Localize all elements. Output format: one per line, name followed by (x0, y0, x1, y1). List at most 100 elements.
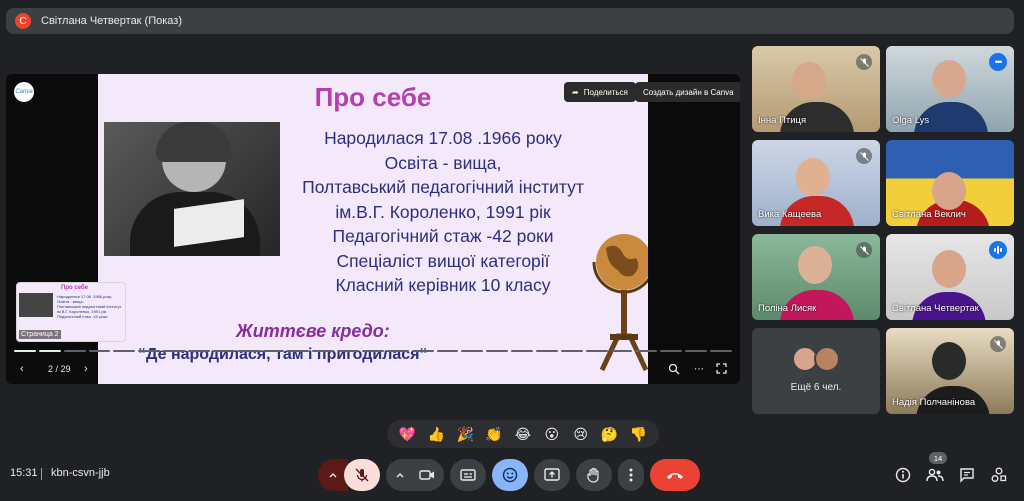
presenter-label: Світлана Четвертак (Показ) (41, 15, 182, 27)
progress-segment[interactable] (237, 350, 260, 352)
participant-name: Світлана Веклич (892, 209, 966, 220)
thumbnail-label: Страница 2 (19, 330, 61, 339)
slide-thumbnail[interactable]: Про себе Народилася 17.08 .1966 року Осв… (16, 282, 126, 342)
progress-segment[interactable] (436, 350, 459, 352)
mic-off-icon (355, 468, 369, 482)
zoom-icon[interactable] (668, 363, 680, 375)
progress-segment[interactable] (287, 350, 310, 352)
reaction-thinking-button[interactable]: 🤔 (598, 426, 622, 443)
divider (41, 468, 42, 480)
progress-segment[interactable] (38, 350, 61, 352)
end-call-icon (667, 473, 683, 479)
more-participants-avatars (792, 346, 842, 374)
slide-line: Класний керівник 10 класу (335, 275, 551, 295)
slide-progress-bar[interactable] (14, 350, 732, 353)
participant-tile[interactable]: Надія Полчанінова (886, 328, 1014, 414)
present-screen-icon (544, 468, 560, 481)
reactions-button[interactable] (492, 459, 528, 491)
participant-count-badge: 14 (929, 452, 947, 464)
fullscreen-icon[interactable] (716, 363, 727, 374)
camera-icon (419, 470, 434, 480)
more-vert-icon (629, 468, 633, 482)
chevron-up-icon (396, 473, 404, 478)
participant-name: Надія Полчанінова (892, 397, 976, 408)
progress-segment[interactable] (88, 350, 111, 352)
progress-segment[interactable] (337, 350, 360, 352)
reaction-clap-button[interactable]: 👏 (482, 426, 506, 443)
camera-toggle-button[interactable] (410, 459, 444, 491)
thumbnail-title: Про себе (61, 285, 88, 291)
speaking-icon (989, 241, 1007, 259)
progress-segment[interactable] (486, 350, 509, 352)
present-screen-button[interactable] (534, 459, 570, 491)
participant-tile[interactable]: Вика Кащеева (752, 140, 880, 226)
participant-tile[interactable]: Світлана Веклич (886, 140, 1014, 226)
end-call-button[interactable] (650, 459, 700, 491)
reaction-party-button[interactable]: 🎉 (453, 426, 477, 443)
slide-line: Спеціаліст вищої категорії (336, 250, 550, 271)
progress-segment[interactable] (511, 350, 534, 352)
more-options-icon[interactable]: ⋯ (694, 364, 704, 375)
progress-segment[interactable] (63, 350, 86, 352)
mic-toggle-button[interactable] (344, 459, 380, 491)
progress-segment[interactable] (635, 350, 658, 352)
more-options-button[interactable] (618, 459, 644, 491)
reaction-thumbs-up-button[interactable]: 👍 (424, 426, 448, 443)
progress-segment[interactable] (163, 350, 186, 352)
captions-icon (460, 469, 476, 481)
activities-button[interactable] (987, 463, 1011, 487)
people-button[interactable] (923, 463, 947, 487)
progress-segment[interactable] (660, 350, 683, 352)
participant-tile[interactable]: Інна Птиця (752, 46, 880, 132)
more-options-icon[interactable]: ••• (989, 53, 1007, 71)
reaction-sad-button[interactable]: 😢 (569, 426, 593, 443)
page-indicator: 2 / 29 (48, 364, 71, 374)
progress-segment[interactable] (710, 350, 732, 352)
slide-line: ім.В.Г. Короленко, 1991 рік (335, 201, 551, 222)
mic-off-icon (990, 336, 1006, 352)
more-participants-label: Ещё 6 чел. (790, 382, 842, 393)
progress-segment[interactable] (610, 350, 633, 352)
progress-segment[interactable] (585, 350, 608, 352)
reaction-surprised-button[interactable]: 😮 (540, 426, 564, 443)
thumbnail-photo (19, 293, 53, 317)
mic-off-icon (856, 148, 872, 164)
reaction-laugh-button[interactable]: 😂 (511, 426, 535, 443)
reactions-bar: 💖 👍 🎉 👏 😂 😮 😢 🤔 👎 (387, 420, 659, 448)
slide-controls: ‹ 2 / 29 › ⋯ (6, 358, 740, 380)
chat-icon (960, 468, 974, 483)
create-design-button[interactable]: Создать дизайн в Canva (635, 82, 740, 102)
canva-logo[interactable]: Canva (14, 82, 34, 102)
next-slide-icon[interactable]: › (84, 363, 88, 375)
reaction-heart-button[interactable]: 💖 (395, 426, 419, 443)
progress-segment[interactable] (138, 350, 161, 352)
participant-tile[interactable]: ••• Olga Lys (886, 46, 1014, 132)
progress-segment[interactable] (113, 350, 136, 352)
share-button[interactable]: ➦ Поделиться (564, 82, 636, 102)
progress-segment[interactable] (14, 350, 36, 352)
progress-segment[interactable] (411, 350, 434, 352)
progress-segment[interactable] (560, 350, 583, 352)
reaction-thumbs-down-button[interactable]: 👎 (626, 426, 650, 443)
meeting-info-button[interactable] (891, 463, 915, 487)
progress-segment[interactable] (262, 350, 285, 352)
participant-tile[interactable]: Поліна Лисяк (752, 234, 880, 320)
mic-off-icon (856, 242, 872, 258)
captions-button[interactable] (450, 459, 486, 491)
progress-segment[interactable] (685, 350, 708, 352)
progress-segment[interactable] (386, 350, 409, 352)
progress-segment[interactable] (461, 350, 484, 352)
prev-slide-icon[interactable]: ‹ (20, 363, 24, 375)
progress-segment[interactable] (536, 350, 558, 352)
share-label: Поделиться (583, 87, 628, 97)
progress-segment[interactable] (188, 350, 210, 352)
raise-hand-button[interactable] (576, 459, 612, 491)
chat-button[interactable] (955, 463, 979, 487)
progress-segment[interactable] (362, 350, 384, 352)
participant-tile[interactable]: Світлана Четвертак (886, 234, 1014, 320)
activities-icon (991, 467, 1007, 482)
slide-line: Народилася 17.08 .1966 року (324, 128, 562, 148)
progress-segment[interactable] (312, 350, 335, 352)
more-participants-tile[interactable]: Ещё 6 чел. (752, 328, 880, 414)
progress-segment[interactable] (212, 350, 235, 352)
